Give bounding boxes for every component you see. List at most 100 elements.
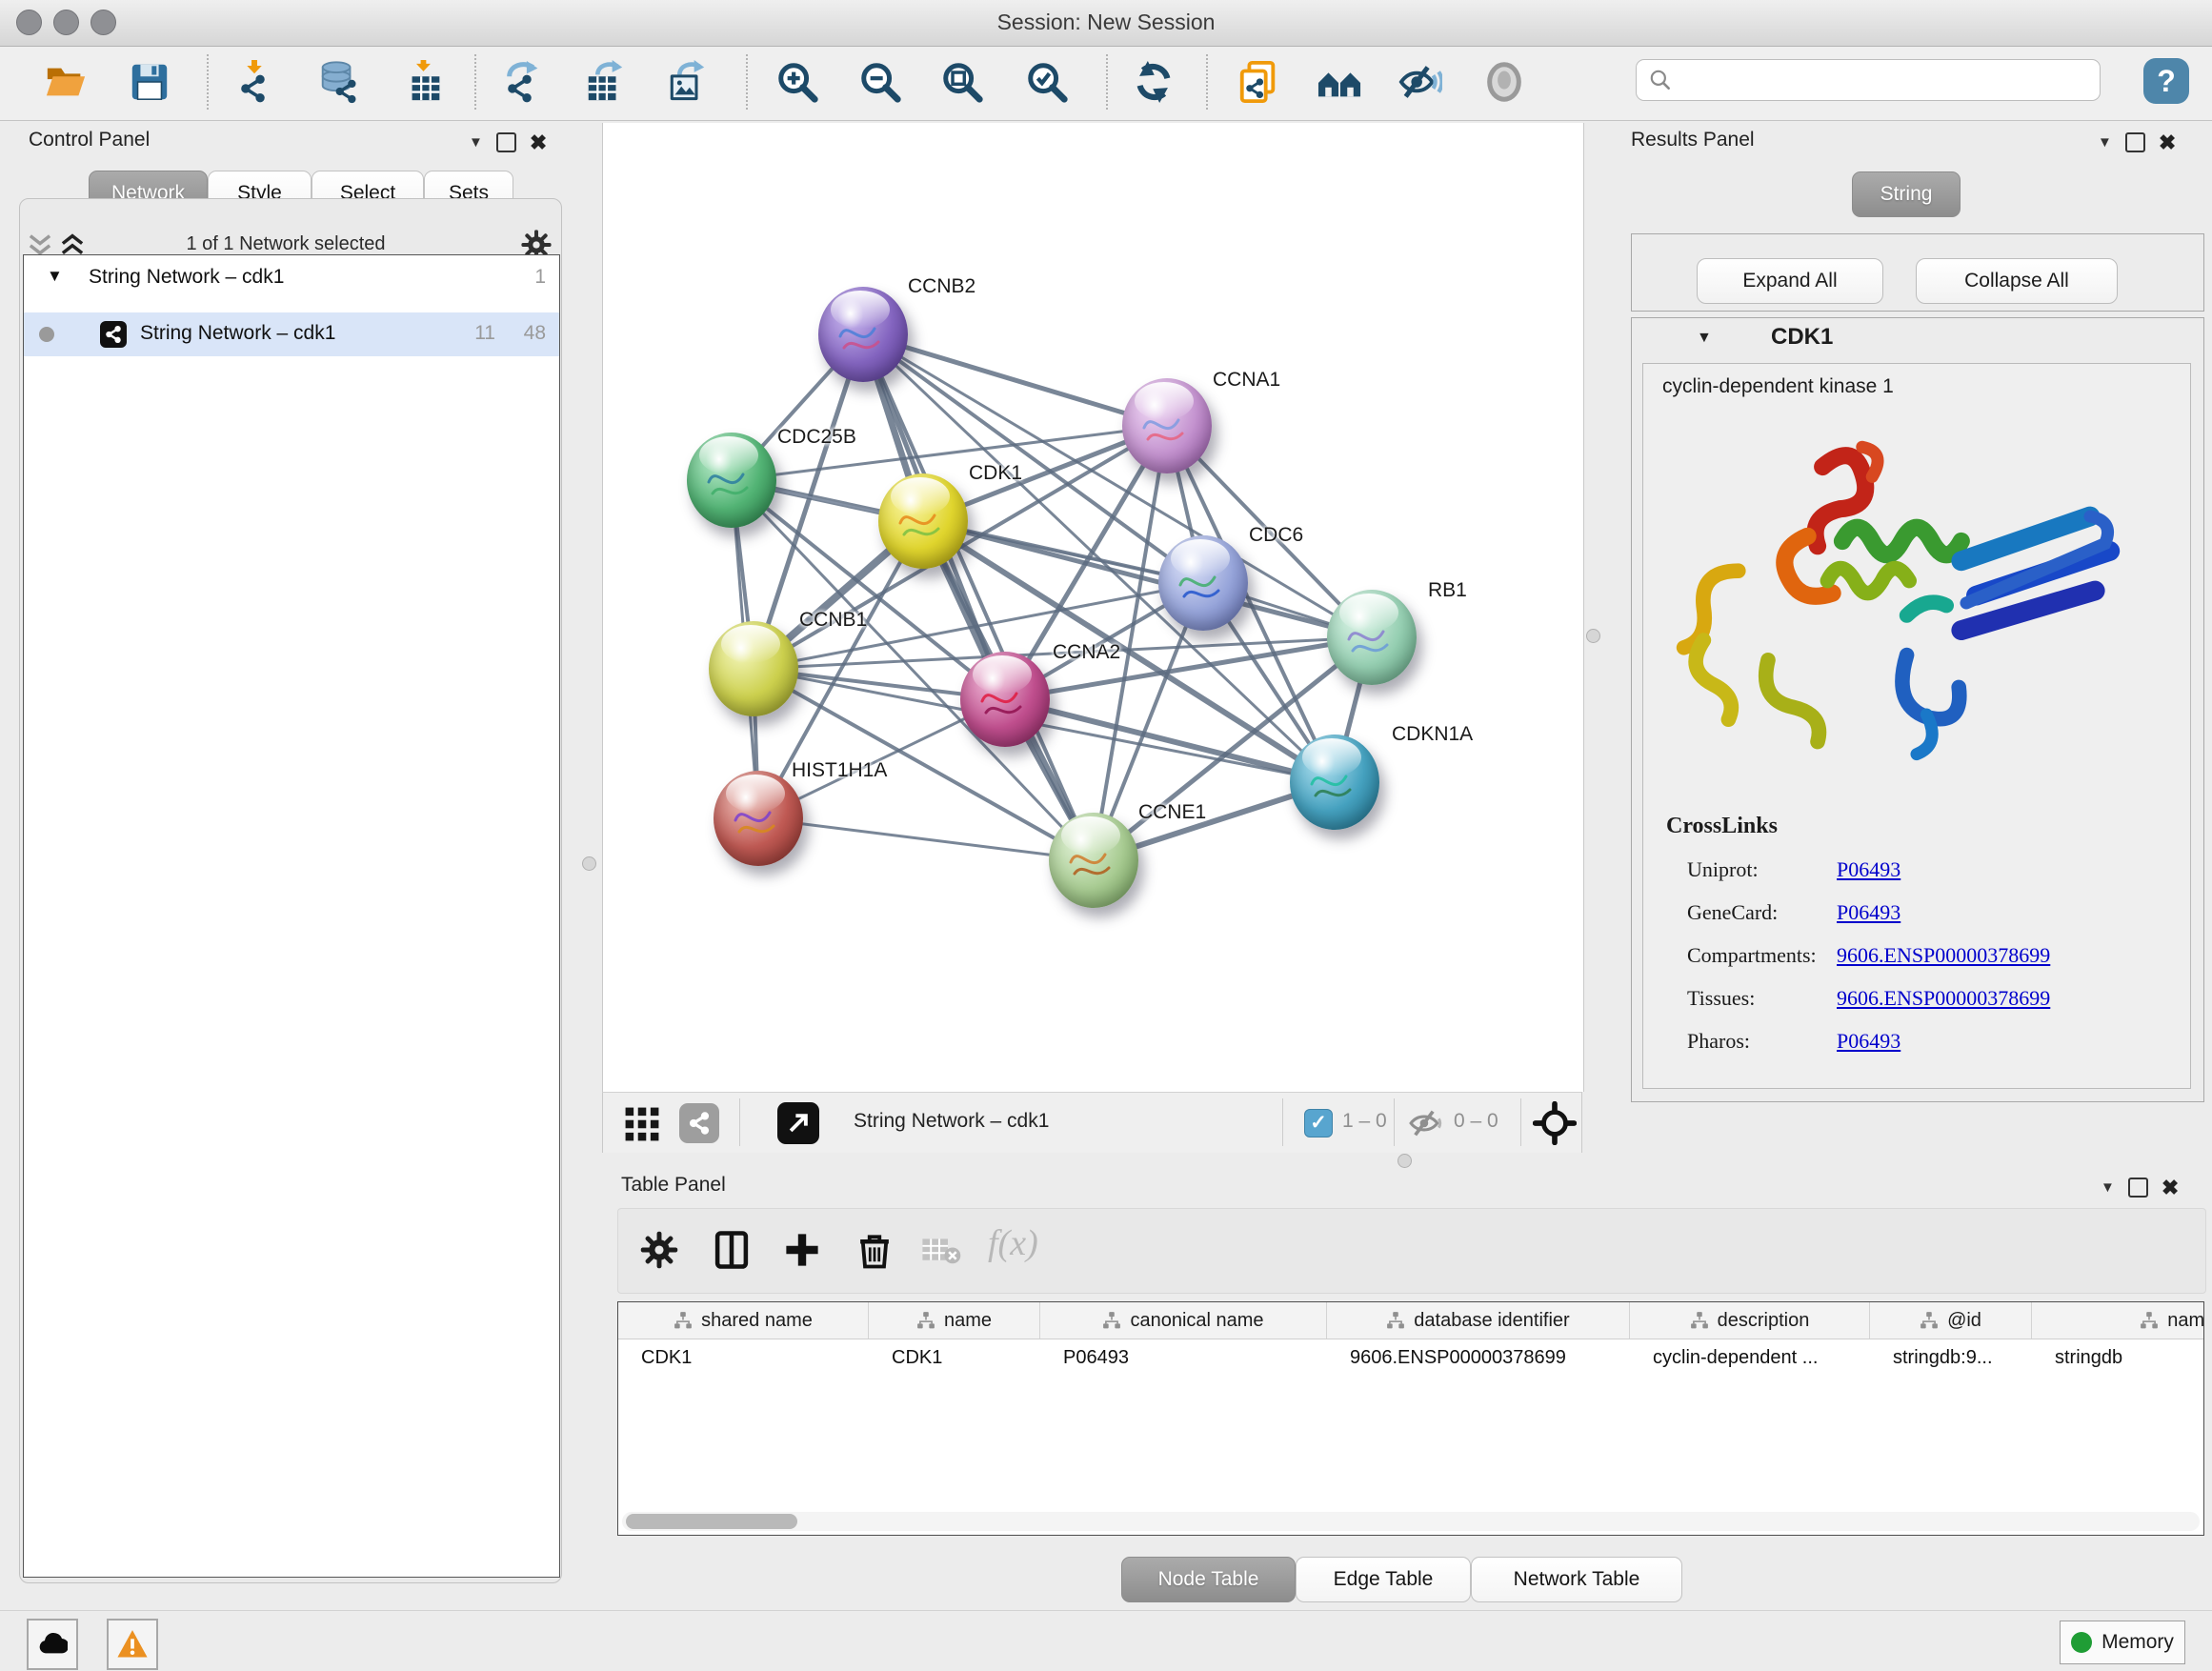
collapse-panel-icon[interactable]: ▼ <box>469 134 483 151</box>
tab-node-table[interactable]: Node Table <box>1121 1557 1296 1602</box>
export-image-icon[interactable] <box>665 60 709 104</box>
help-button[interactable]: ? <box>2143 58 2189 104</box>
network-view-toolbar: String Network – cdk1 ✓ 1 – 0 0 – 0 <box>602 1092 1582 1153</box>
close-panel-icon[interactable]: ✖ <box>2162 1179 2179 1196</box>
home-networks-icon[interactable] <box>1317 60 1361 104</box>
delete-table-icon[interactable] <box>921 1236 961 1266</box>
window-title: Session: New Session <box>0 10 2212 35</box>
zoom-fit-icon[interactable] <box>940 60 984 104</box>
network-node-RB1[interactable] <box>1327 590 1417 685</box>
add-column-icon[interactable] <box>782 1230 822 1270</box>
column-header-description[interactable]: description <box>1630 1302 1870 1339</box>
memory-label: Memory <box>2101 1631 2174 1654</box>
network-node-CDK1[interactable] <box>878 473 968 569</box>
network-node-CCNE1[interactable] <box>1049 813 1138 908</box>
show-eye-icon[interactable] <box>1482 60 1526 104</box>
crosslink-compartments-link[interactable]: 9606.ENSP00000378699 <box>1837 943 2050 968</box>
column-header-namespace[interactable]: namespace <box>2032 1302 2204 1339</box>
hide-panel-eye-icon[interactable] <box>1398 60 1442 104</box>
float-panel-icon[interactable] <box>2128 1178 2148 1198</box>
save-session-icon[interactable] <box>128 60 171 104</box>
network-row-selected[interactable]: String Network – cdk1 11 48 <box>24 312 559 356</box>
network-node-CCNA2[interactable] <box>960 652 1050 747</box>
crosslink-tissues-link[interactable]: 9606.ENSP00000378699 <box>1837 986 2050 1011</box>
table-cell[interactable]: P06493 <box>1040 1339 1327 1377</box>
network-node-CCNB1[interactable] <box>709 621 798 716</box>
tree-expander-icon[interactable]: ▼ <box>47 267 63 286</box>
network-edge[interactable] <box>863 334 1167 426</box>
horizontal-splitter-handle[interactable] <box>1398 1154 1412 1168</box>
zoom-in-icon[interactable] <box>775 60 819 104</box>
warnings-button[interactable] <box>107 1619 158 1670</box>
export-network-icon[interactable] <box>502 60 546 104</box>
import-table-icon[interactable] <box>403 60 447 104</box>
network-edge[interactable] <box>863 334 1094 860</box>
birdseye-view-icon[interactable] <box>777 1102 819 1144</box>
cloud-button[interactable] <box>27 1619 78 1670</box>
search-input[interactable] <box>1673 69 2077 92</box>
expand-all-button[interactable]: Expand All <box>1697 258 1883 304</box>
crosshair-icon[interactable] <box>1533 1101 1577 1145</box>
column-header-database-identifier[interactable]: database identifier <box>1327 1302 1630 1339</box>
selected-elements-checkbox[interactable]: ✓ <box>1304 1109 1333 1137</box>
table-horizontal-scrollbar[interactable] <box>622 1512 2200 1531</box>
network-collection-row[interactable]: ▼ String Network – cdk1 1 <box>24 259 559 303</box>
network-node-CCNA1[interactable] <box>1122 378 1212 473</box>
network-node-CCNB2[interactable] <box>818 287 908 382</box>
table-cell[interactable]: cyclin-dependent ... <box>1630 1339 1870 1377</box>
collapse-panel-icon[interactable]: ▼ <box>2098 134 2112 151</box>
network-node-CDKN1A[interactable] <box>1290 735 1379 830</box>
delete-column-icon[interactable] <box>855 1230 895 1270</box>
float-panel-icon[interactable] <box>2125 132 2145 152</box>
column-header-shared-name[interactable]: shared name <box>618 1302 869 1339</box>
network-node-CDC6[interactable] <box>1158 535 1248 631</box>
tab-string[interactable]: String <box>1852 171 1961 217</box>
crosslink-uniprot-link[interactable]: P06493 <box>1837 857 1900 882</box>
table-cell[interactable]: CDK1 <box>618 1339 869 1377</box>
export-table-icon[interactable] <box>583 60 627 104</box>
scrollbar-thumb[interactable] <box>626 1514 797 1529</box>
network-node-CDC25B[interactable] <box>687 433 776 528</box>
import-database-icon[interactable] <box>316 60 360 104</box>
function-builder-icon[interactable]: f(x) <box>988 1222 1038 1264</box>
column-header-canonical-name[interactable]: canonical name <box>1040 1302 1327 1339</box>
clone-network-icon[interactable] <box>1237 60 1280 104</box>
tab-edge-table[interactable]: Edge Table <box>1296 1557 1471 1602</box>
close-panel-icon[interactable]: ✖ <box>2159 134 2176 151</box>
left-splitter-handle[interactable] <box>582 856 596 871</box>
network-edge[interactable] <box>758 818 1094 860</box>
table-options-gear-icon[interactable] <box>639 1230 679 1270</box>
zoom-out-icon[interactable] <box>858 60 902 104</box>
collapse-panel-icon[interactable]: ▼ <box>2101 1179 2115 1196</box>
table-cell[interactable]: 9606.ENSP00000378699 <box>1327 1339 1630 1377</box>
selected-elements-count: 1 – 0 <box>1342 1110 1387 1133</box>
hidden-elements-eye-icon[interactable] <box>1408 1105 1446 1141</box>
float-panel-icon[interactable] <box>496 132 516 152</box>
table-cell[interactable]: stringdb <box>2032 1339 2204 1377</box>
memory-button[interactable]: Memory <box>2060 1621 2185 1664</box>
refresh-layout-icon[interactable] <box>1132 60 1176 104</box>
network-view-type-icon[interactable] <box>679 1103 719 1143</box>
open-session-icon[interactable] <box>44 60 88 104</box>
table-cell[interactable]: stringdb:9... <box>1870 1339 2032 1377</box>
entry-expander-icon[interactable]: ▼ <box>1697 330 1712 347</box>
network-node-HIST1H1A[interactable] <box>714 771 803 866</box>
crosslink-pharos-link[interactable]: P06493 <box>1837 1029 1900 1054</box>
node-gloss <box>1302 738 1361 776</box>
show-columns-icon[interactable] <box>712 1230 752 1270</box>
tab-network-table[interactable]: Network Table <box>1471 1557 1682 1602</box>
import-network-icon[interactable] <box>235 60 279 104</box>
search-box[interactable] <box>1636 59 2101 101</box>
crosslink-genecard-link[interactable]: P06493 <box>1837 900 1900 925</box>
collapse-all-button[interactable]: Collapse All <box>1916 258 2118 304</box>
column-header--id[interactable]: @id <box>1870 1302 2032 1339</box>
column-header-name[interactable]: name <box>869 1302 1040 1339</box>
toolbar-separator <box>1106 54 1108 110</box>
zoom-selected-icon[interactable] <box>1025 60 1069 104</box>
close-panel-icon[interactable]: ✖ <box>530 134 547 151</box>
network-canvas[interactable]: CCNB2CCNA1CDC25BCDK1CDC6RB1CCNB1CCNA2CDK… <box>602 123 1584 1092</box>
right-splitter-handle[interactable] <box>1586 629 1600 643</box>
toolbar-separator <box>1206 54 1208 110</box>
table-cell[interactable]: CDK1 <box>869 1339 1040 1377</box>
grid-view-icon[interactable] <box>624 1106 660 1142</box>
